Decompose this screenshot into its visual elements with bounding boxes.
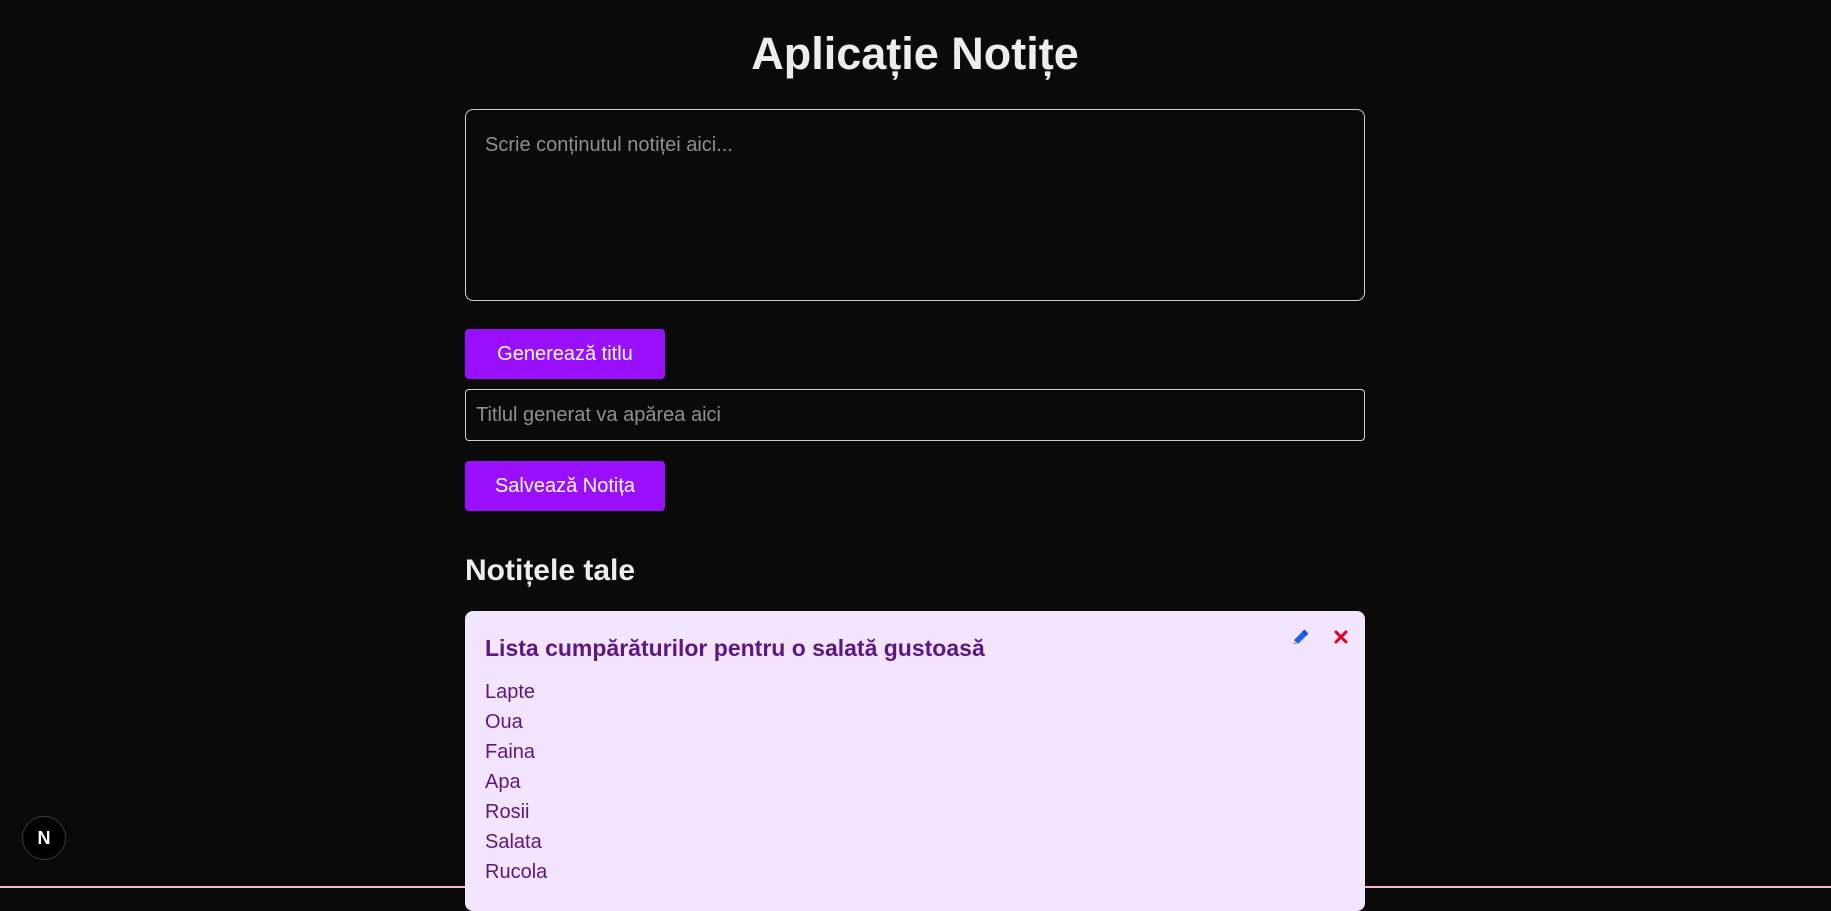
note-line: Lapte: [485, 681, 536, 703]
close-icon: [1334, 630, 1348, 647]
note-line: Faina: [485, 741, 536, 763]
generated-title-input[interactable]: [465, 389, 1365, 441]
note-card: Lista cumpărăturilor pentru o salată gus…: [465, 611, 1365, 911]
note-title: Lista cumpărăturilor pentru o salată gus…: [485, 635, 985, 661]
edit-note-button[interactable]: [1291, 627, 1311, 649]
note-body: Lapte Oua Faina Apa Rosii Salata Rucola: [485, 677, 1345, 887]
save-note-button[interactable]: Salvează Notița: [465, 461, 665, 511]
note-line: Rosii: [485, 801, 530, 823]
note-line: Apa: [485, 771, 521, 793]
note-content-textarea[interactable]: [465, 109, 1365, 301]
delete-note-button[interactable]: [1331, 627, 1351, 649]
note-card-actions: [1291, 627, 1351, 649]
note-line: Oua: [485, 711, 523, 733]
note-line: Rucola: [485, 861, 548, 883]
pencil-icon: [1291, 627, 1311, 650]
note-line: Salata: [485, 831, 542, 853]
notes-section-heading: Notițele tale: [465, 554, 636, 587]
nextjs-dev-indicator-button[interactable]: N: [22, 816, 66, 860]
generate-title-button[interactable]: Generează titlu: [465, 329, 665, 379]
nextjs-logo-icon: N: [37, 827, 51, 848]
page-title: Aplicație Notițe: [751, 28, 1079, 79]
